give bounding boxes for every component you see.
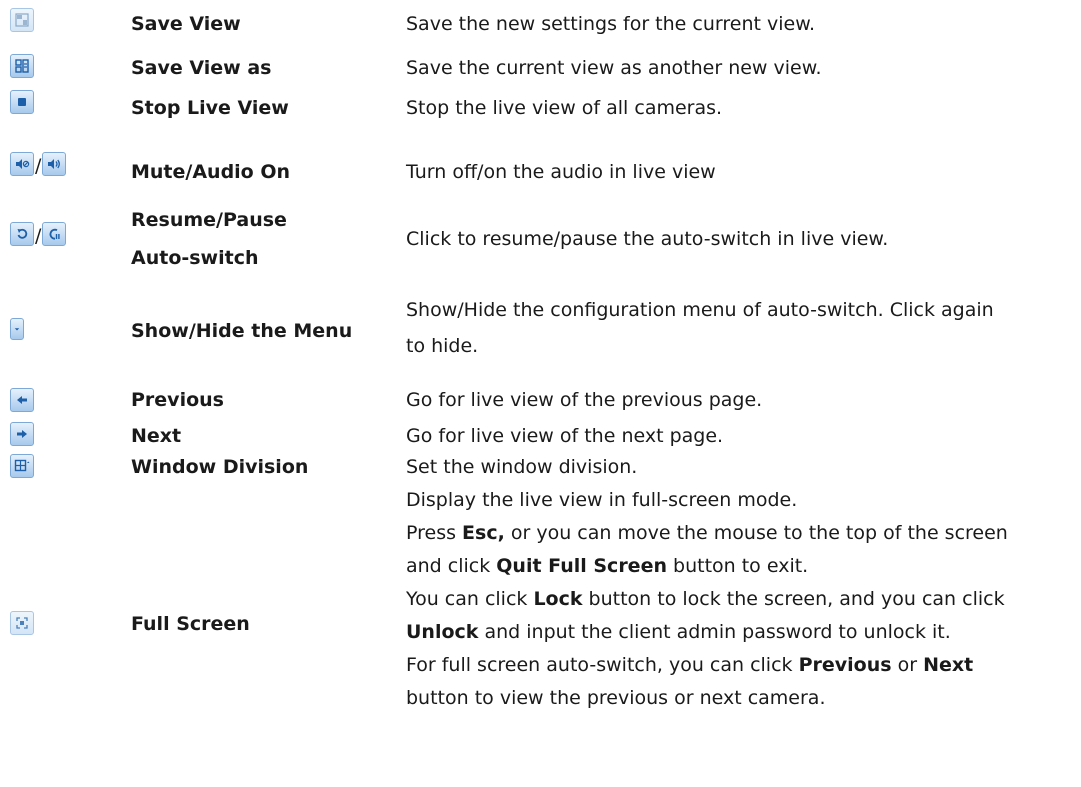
chevron-down-icon[interactable] [10, 318, 24, 340]
row-description: Click to resume/pause the auto-switch in… [406, 228, 889, 250]
key-esc: Esc, [462, 522, 505, 544]
row-name: Save View [131, 13, 241, 35]
row-name: Stop Live View [131, 97, 289, 119]
row-description: Go for live view of the next page. [406, 425, 724, 447]
row-description: Turn off/on the audio in live view [406, 161, 716, 183]
full-screen-desc-line-4: You can click Lock button to lock the sc… [406, 583, 1074, 616]
row-name: Save View as [131, 57, 272, 79]
stop-icon[interactable] [10, 90, 34, 114]
unlock-label: Unlock [406, 621, 479, 643]
row-name: Mute/Audio On [131, 161, 291, 183]
resume-icon[interactable] [10, 222, 34, 246]
desc-text: and click [406, 555, 497, 577]
audio-on-icon[interactable] [42, 152, 67, 176]
previous-label: Previous [798, 654, 892, 676]
quit-full-screen-label: Quit Full Screen [496, 555, 667, 577]
row-description: Save the new settings for the current vi… [406, 13, 816, 35]
full-screen-icon[interactable] [10, 611, 34, 635]
row-description: Go for live view of the previous page. [406, 389, 763, 411]
separator: / [35, 155, 42, 177]
full-screen-desc-line-7: button to view the previous or next came… [406, 682, 1074, 715]
row-name: Window Division [131, 456, 309, 478]
desc-text: You can click [406, 588, 534, 610]
row-name-line-2: Auto-switch [131, 247, 259, 269]
full-screen-desc-line-3: and click Quit Full Screen button to exi… [406, 550, 1074, 583]
full-screen-desc-line-2: Press Esc, or you can move the mouse to … [406, 517, 1074, 550]
save-view-as-icon[interactable] [10, 54, 34, 78]
desc-text: button to lock the screen, and you can c… [582, 588, 1005, 610]
mute-icon[interactable] [10, 152, 34, 176]
row-description: Set the window division. [406, 456, 638, 478]
desc-text: button to view the previous or next came… [406, 687, 826, 709]
full-screen-desc-line-1: Display the live view in full-screen mod… [406, 484, 1074, 517]
desc-text: button to exit. [666, 555, 809, 577]
desc-text: Press [406, 522, 463, 544]
desc-text: or you can move the mouse to the top of … [504, 522, 1008, 544]
separator: / [35, 225, 42, 247]
row-description: Save the current view as another new vie… [406, 57, 822, 79]
window-division-icon[interactable] [10, 454, 34, 478]
row-name: Full Screen [131, 613, 250, 635]
next-label: Next [923, 654, 974, 676]
desc-text: and input the client admin password to u… [478, 621, 951, 643]
row-description: Stop the live view of all cameras. [406, 97, 723, 119]
save-view-icon[interactable] [10, 8, 34, 32]
desc-text: For full screen auto-switch, you can cli… [406, 654, 799, 676]
arrow-right-icon[interactable] [10, 422, 34, 446]
arrow-left-icon[interactable] [10, 388, 34, 412]
row-description-line-2: to hide. [406, 335, 479, 357]
desc-text: Display the live view in full-screen mod… [406, 489, 798, 511]
lock-label: Lock [533, 588, 583, 610]
full-screen-desc-line-6: For full screen auto-switch, you can cli… [406, 649, 1074, 682]
row-description-line-1: Show/Hide the configuration menu of auto… [406, 299, 994, 321]
row-name-line-1: Resume/Pause [131, 209, 287, 231]
row-name: Show/Hide the Menu [131, 320, 353, 342]
row-name: Previous [131, 389, 224, 411]
pause-icon[interactable] [42, 222, 67, 246]
row-name: Next [131, 425, 182, 447]
desc-text: or [891, 654, 924, 676]
full-screen-desc-line-5: Unlock and input the client admin passwo… [406, 616, 1074, 649]
